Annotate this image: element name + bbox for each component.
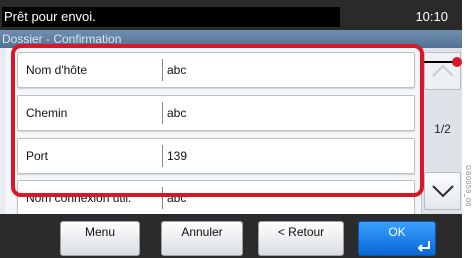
row-host-name[interactable]: Nom d'hôte abc [17, 52, 415, 88]
row-path[interactable]: Chemin abc [17, 95, 415, 131]
status-time: 10:10 [415, 9, 448, 24]
status-message: Prêt pour envoi. [2, 7, 340, 27]
bottom-bar: Menu Annuler < Retour OK [0, 214, 462, 258]
scroll-down-button[interactable] [424, 172, 461, 210]
row-value: abc [167, 63, 187, 77]
ok-label: OK [388, 225, 406, 239]
row-divider [162, 187, 163, 209]
row-value: abc [167, 106, 187, 120]
menu-button[interactable]: Menu [60, 221, 140, 256]
row-value: 139 [167, 149, 188, 163]
row-divider [162, 102, 163, 124]
page-indicator: 1/2 [434, 122, 451, 136]
row-port[interactable]: Port 139 [17, 138, 415, 174]
row-label: Chemin [26, 106, 68, 120]
row-label: Port [26, 149, 49, 163]
screen-title: Dossier - Confirmation [2, 32, 122, 46]
row-value: abc [167, 191, 187, 205]
row-divider [162, 145, 163, 167]
ok-button[interactable]: OK [358, 221, 436, 256]
side-code-text: GB0059_00 [464, 165, 471, 207]
row-divider [162, 59, 163, 81]
enter-icon [417, 241, 430, 252]
row-label: Nom connexion util. [26, 191, 132, 205]
chevron-down-icon [432, 185, 454, 198]
side-code: GB0059_00 [461, 165, 473, 251]
chevron-up-icon [432, 64, 454, 77]
callout-dot [452, 57, 462, 67]
panel-screen: Prêt pour envoi. 10:10 Dossier - Confirm… [0, 0, 462, 258]
row-login-user[interactable]: Nom connexion util. abc [17, 180, 415, 216]
scroll-panel: 1/2 [421, 48, 462, 214]
status-bar: Prêt pour envoi. 10:10 [0, 0, 462, 30]
back-button[interactable]: < Retour [258, 221, 344, 256]
cancel-button[interactable]: Annuler [161, 221, 243, 256]
row-label: Nom d'hôte [26, 63, 87, 77]
title-bar: Dossier - Confirmation [0, 30, 462, 48]
